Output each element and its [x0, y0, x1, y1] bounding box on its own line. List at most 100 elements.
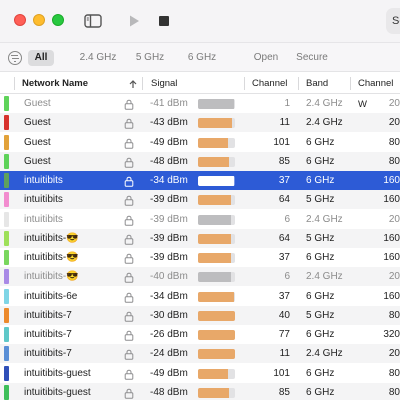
signal-meter-fill	[198, 138, 228, 148]
zoom-window-button[interactable]	[52, 14, 64, 26]
filter-all[interactable]: All	[28, 50, 54, 66]
channel: 64	[278, 194, 290, 205]
table-row[interactable]: intuitibits -39 dBm 64 5 GHz 160	[0, 190, 400, 209]
network-name: intuitibits-😎	[24, 271, 79, 282]
network-name: intuitibits	[24, 194, 63, 205]
band: 2.4 GHz	[306, 117, 343, 128]
signal-meter-fill	[198, 349, 235, 359]
close-window-button[interactable]	[14, 14, 26, 26]
channel-width: 20	[388, 214, 400, 225]
filter-6ghz[interactable]: 6 GHz	[180, 50, 224, 66]
table-row[interactable]: intuitibits-😎 -39 dBm 37 6 GHz 160	[0, 248, 400, 267]
channel: 101	[273, 368, 290, 379]
toolbar: Sc	[0, 0, 400, 42]
signal-strength: -41 dBm	[150, 98, 188, 109]
channel-width: 80	[388, 137, 400, 148]
signal-strength: -30 dBm	[150, 310, 188, 321]
band: 2.4 GHz	[306, 98, 343, 109]
network-name: intuitibits-6e	[24, 291, 78, 302]
toggle-sidebar-button[interactable]	[80, 8, 106, 34]
filter-secure[interactable]: Secure	[290, 50, 334, 66]
filter-icon[interactable]	[8, 51, 22, 65]
signal-meter-fill	[198, 292, 235, 302]
table-row[interactable]: Guest -41 dBm 1 2.4 GHz 20	[0, 94, 400, 113]
table-row[interactable]: Guest -49 dBm 101 6 GHz 80	[0, 133, 400, 152]
network-color-indicator	[4, 385, 9, 400]
column-divider	[14, 77, 15, 90]
band: 6 GHz	[306, 368, 335, 379]
column-divider	[142, 77, 143, 90]
table-row[interactable]: intuitibits-guest -49 dBm 101 6 GHz 80	[0, 364, 400, 383]
signal-meter	[198, 118, 235, 128]
table-row[interactable]: intuitibits-😎 -39 dBm 64 5 GHz 160	[0, 229, 400, 248]
signal-meter-fill	[198, 388, 229, 398]
filter-5ghz[interactable]: 5 GHz	[128, 50, 172, 66]
column-channel-width[interactable]: Channel W	[358, 73, 400, 110]
network-name: Guest	[24, 98, 51, 109]
channel-width: 160	[383, 194, 400, 205]
network-color-indicator	[4, 154, 9, 169]
lock-icon	[124, 194, 134, 206]
channel: 11	[279, 348, 290, 359]
signal-meter	[198, 176, 235, 186]
lock-icon	[124, 291, 134, 303]
band: 6 GHz	[306, 387, 335, 398]
table-row[interactable]: intuitibits-7 -26 dBm 77 6 GHz 320	[0, 325, 400, 344]
table-row[interactable]: intuitibits -39 dBm 6 2.4 GHz 20	[0, 210, 400, 229]
channel: 37	[278, 175, 290, 186]
stop-icon	[159, 16, 169, 26]
table-row[interactable]: intuitibits -34 dBm 37 6 GHz 160	[0, 171, 400, 190]
column-channel[interactable]: Channel	[252, 73, 287, 94]
table-row[interactable]: intuitibits-😎 -40 dBm 6 2.4 GHz 20	[0, 267, 400, 286]
channel: 6	[284, 271, 290, 282]
network-color-indicator	[4, 115, 9, 130]
network-name: intuitibits-guest	[24, 368, 91, 379]
column-band[interactable]: Band	[306, 73, 328, 94]
band: 2.4 GHz	[306, 214, 343, 225]
network-color-indicator	[4, 212, 9, 227]
channel: 6	[284, 214, 290, 225]
channel-width: 160	[383, 291, 400, 302]
channel-width: 20	[388, 271, 400, 282]
channel-width: 80	[388, 310, 400, 321]
channel-width: 80	[388, 368, 400, 379]
network-name: Guest	[24, 117, 51, 128]
sort-ascending-icon[interactable]	[128, 79, 138, 89]
table-row[interactable]: Guest -43 dBm 11 2.4 GHz 20	[0, 113, 400, 132]
lock-icon	[124, 387, 134, 399]
table-row[interactable]: intuitibits-7 -30 dBm 40 5 GHz 80	[0, 306, 400, 325]
band: 5 GHz	[306, 310, 335, 321]
lock-icon	[124, 98, 134, 110]
column-network-name[interactable]: Network Name	[22, 73, 88, 94]
band: 2.4 GHz	[306, 271, 343, 282]
signal-meter	[198, 330, 235, 340]
signal-meter	[198, 234, 235, 244]
stop-scan-button[interactable]	[154, 8, 174, 34]
signal-strength: -40 dBm	[150, 271, 188, 282]
table-row[interactable]: intuitibits-6e -34 dBm 37 6 GHz 160	[0, 287, 400, 306]
table-row[interactable]: intuitibits-7 -24 dBm 11 2.4 GHz 20	[0, 344, 400, 363]
column-signal[interactable]: Signal	[151, 73, 177, 94]
network-color-indicator	[4, 346, 9, 361]
lock-icon	[124, 368, 134, 380]
app-window: Sc All 2.4 GHz 5 GHz 6 GHz Open Secure N…	[0, 0, 400, 400]
search-field[interactable]: Sc	[386, 8, 400, 34]
filter-open[interactable]: Open	[244, 50, 288, 66]
signal-meter	[198, 195, 235, 205]
signal-meter	[198, 253, 235, 263]
table-row[interactable]: Guest -48 dBm 85 6 GHz 80	[0, 152, 400, 171]
minimize-window-button[interactable]	[33, 14, 45, 26]
band: 6 GHz	[306, 329, 335, 340]
network-name: Guest	[24, 137, 51, 148]
signal-strength: -49 dBm	[150, 137, 188, 148]
network-name: Guest	[24, 156, 51, 167]
filter-bar: All 2.4 GHz 5 GHz 6 GHz Open Secure	[0, 42, 400, 72]
lock-icon	[124, 117, 134, 129]
start-scan-button[interactable]	[124, 8, 144, 34]
signal-strength: -49 dBm	[150, 368, 188, 379]
filter-2-4ghz[interactable]: 2.4 GHz	[76, 50, 120, 66]
signal-meter-fill	[198, 272, 231, 282]
channel-width: 160	[383, 252, 400, 263]
table-row[interactable]: intuitibits-guest -48 dBm 85 6 GHz 80	[0, 383, 400, 400]
signal-meter-fill	[198, 157, 229, 167]
